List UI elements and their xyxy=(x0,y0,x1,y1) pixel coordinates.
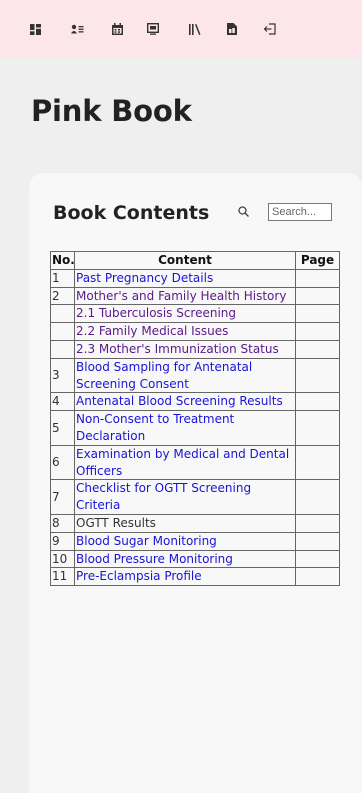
table-row: 3 Blood Sampling for Antenatal Screening … xyxy=(50,357,340,394)
row-content-cell: 2.2 Family Medical Issues xyxy=(74,322,296,341)
row-page-cell xyxy=(295,392,340,412)
row-number: 1 xyxy=(50,268,75,288)
table-row: 2.1 Tuberculosis Screening xyxy=(50,304,340,324)
row-page-cell xyxy=(295,531,340,551)
table-row: 8 OGTT Results xyxy=(50,513,340,533)
logout-icon[interactable] xyxy=(262,21,278,37)
row-content-cell: Antenatal Blood Screening Results xyxy=(74,392,296,412)
content-link[interactable]: Examination by Medical and Dental Office… xyxy=(76,447,289,478)
row-page-cell xyxy=(295,304,340,324)
row-number: 9 xyxy=(50,531,75,551)
row-page-cell xyxy=(295,357,340,394)
library-icon[interactable] xyxy=(187,21,203,37)
content-link[interactable]: 2.1 Tuberculosis Screening xyxy=(76,306,236,320)
table-row: 2.3 Mother's Immunization Status xyxy=(50,339,340,359)
row-number: 5 xyxy=(50,410,75,446)
book-contents-card: Book Contents No. Content Page 1Past Pre… xyxy=(29,173,362,793)
content-link[interactable]: Blood Pressure Monitoring xyxy=(76,552,233,566)
table-row: 2 Mother's and Family Health History xyxy=(50,286,340,306)
content-link[interactable]: 2.3 Mother's Immunization Status xyxy=(76,342,279,356)
content-link[interactable]: Mother's and Family Health History xyxy=(76,289,286,303)
column-header-content: Content xyxy=(74,251,296,270)
row-content-cell: 2.1 Tuberculosis Screening xyxy=(74,304,296,324)
book-contents-table: No. Content Page 1 Past Pregnancy Details… xyxy=(50,251,340,587)
book-contents-title: Book Contents xyxy=(53,202,210,224)
row-page-cell xyxy=(295,513,340,533)
table-row: 4 Antenatal Blood Screening Results xyxy=(50,392,340,412)
row-page-cell xyxy=(295,286,340,306)
row-number: 6 xyxy=(50,444,75,481)
row-content-cell: OGTT Results xyxy=(74,513,296,533)
row-content-cell: Blood Pressure Monitoring xyxy=(74,549,296,569)
dashboard-icon[interactable] xyxy=(27,21,43,37)
row-content-cell: Blood Sugar Monitoring xyxy=(74,531,296,551)
content-link[interactable]: Blood Sampling for Antenatal Screening C… xyxy=(76,360,252,391)
row-content-cell: Mother's and Family Health History xyxy=(74,286,296,306)
row-content-cell: Non-Consent to Treatment Declaration xyxy=(74,410,296,446)
column-header-page: Page xyxy=(295,251,340,270)
search-input[interactable] xyxy=(268,203,332,221)
content-link[interactable]: Non-Consent to Treatment Declaration xyxy=(76,412,234,443)
calendar-icon[interactable] xyxy=(109,21,125,37)
row-number: 3 xyxy=(50,357,75,394)
column-header-no: No. xyxy=(50,251,75,270)
row-content-cell: Examination by Medical and Dental Office… xyxy=(74,444,296,481)
row-number xyxy=(50,339,75,359)
table-row: 5 Non-Consent to Treatment Declaration xyxy=(50,410,340,446)
page-title: Pink Book xyxy=(31,94,192,128)
profile-list-icon[interactable] xyxy=(69,21,85,37)
table-row: 6 Examination by Medical and Dental Offic… xyxy=(50,444,340,481)
row-number: 2 xyxy=(50,286,75,306)
table-header-row: No. Content Page xyxy=(50,251,340,270)
row-number: 4 xyxy=(50,392,75,412)
row-number xyxy=(50,322,75,341)
table-row: 2.2 Family Medical Issues xyxy=(50,322,340,341)
content-link[interactable]: Antenatal Blood Screening Results xyxy=(76,394,283,408)
content-link[interactable]: Pre-Eclampsia Profile xyxy=(76,569,202,583)
row-content-cell: Pre-Eclampsia Profile xyxy=(74,567,296,587)
monitor-icon[interactable] xyxy=(145,21,161,37)
row-page-cell xyxy=(295,549,340,569)
table-row: 11 Pre-Eclampsia Profile xyxy=(50,567,340,587)
content-link[interactable]: Checklist for OGTT Screening Criteria xyxy=(76,481,251,512)
row-number: 8 xyxy=(50,513,75,533)
content-link[interactable]: Past Pregnancy Details xyxy=(76,271,213,285)
row-content-cell: Past Pregnancy Details xyxy=(74,268,296,288)
row-number: 10 xyxy=(50,549,75,569)
table-row: 1 Past Pregnancy Details xyxy=(50,268,340,288)
row-number: 11 xyxy=(50,567,75,587)
top-nav-bar xyxy=(0,0,362,58)
table-row: 10 Blood Pressure Monitoring xyxy=(50,549,340,569)
content-link[interactable]: 2.2 Family Medical Issues xyxy=(76,324,228,338)
row-page-cell xyxy=(295,444,340,481)
row-page-cell xyxy=(295,410,340,446)
table-row: 9 Blood Sugar Monitoring xyxy=(50,531,340,551)
document-icon[interactable] xyxy=(224,21,240,37)
row-page-cell xyxy=(295,268,340,288)
row-content-cell: 2.3 Mother's Immunization Status xyxy=(74,339,296,359)
row-content-cell: Checklist for OGTT Screening Criteria xyxy=(74,479,296,515)
row-page-cell xyxy=(295,322,340,341)
row-content-cell: Blood Sampling for Antenatal Screening C… xyxy=(74,357,296,394)
row-number: 7 xyxy=(50,479,75,515)
content-link[interactable]: Blood Sugar Monitoring xyxy=(76,534,217,548)
row-number xyxy=(50,304,75,324)
row-page-cell xyxy=(295,567,340,587)
search-icon xyxy=(238,206,249,220)
row-page-cell xyxy=(295,339,340,359)
row-page-cell xyxy=(295,479,340,515)
table-row: 7 Checklist for OGTT Screening Criteria xyxy=(50,479,340,515)
